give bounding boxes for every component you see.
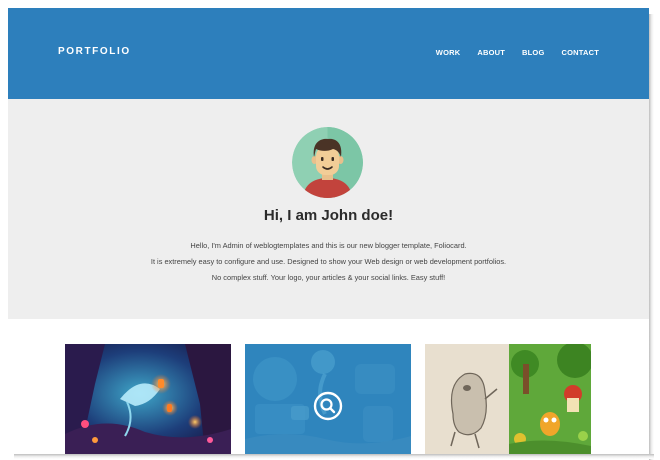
portfolio-item-1[interactable] <box>65 344 231 454</box>
portfolio-item-3[interactable] <box>425 344 591 454</box>
portfolio-thumbnail-3 <box>425 344 591 454</box>
bio-line-1: Hello, I'm Admin of weblogtemplates and … <box>190 241 467 250</box>
search-icon[interactable] <box>313 391 343 421</box>
portfolio-item-2[interactable] <box>245 344 411 454</box>
nav-blog[interactable]: BLOG <box>522 48 544 57</box>
nav-contact[interactable]: CONTACT <box>561 48 599 57</box>
hero-heading: Hi, I am John doe! <box>263 207 394 224</box>
bio-line-2: It is extremely easy to configure and us… <box>150 257 507 266</box>
bio-line-3: No complex stuff. Your logo, your articl… <box>211 273 446 282</box>
portfolio-gallery <box>65 344 592 454</box>
avatar[interactable] <box>292 127 363 198</box>
brand-logo[interactable]: PORTFOLIO <box>58 46 131 57</box>
portfolio-thumbnail-1 <box>65 344 231 454</box>
hero-bio: Hello, I'm Admin of weblogtemplates and … <box>8 238 649 286</box>
hero-section: Hi, I am John doe! Hello, I'm Admin of w… <box>8 99 649 319</box>
main-nav: WORK ABOUT BLOG CONTACT <box>436 48 599 57</box>
page: PORTFOLIO WORK ABOUT BLOG CONTACT Hi, I … <box>8 8 649 454</box>
avatar-image <box>292 127 363 198</box>
nav-work[interactable]: WORK <box>436 48 461 57</box>
frame-shadow-bottom <box>14 454 654 459</box>
nav-about[interactable]: ABOUT <box>477 48 505 57</box>
site-header: PORTFOLIO WORK ABOUT BLOG CONTACT <box>8 8 649 99</box>
frame-shadow-right <box>649 14 654 460</box>
